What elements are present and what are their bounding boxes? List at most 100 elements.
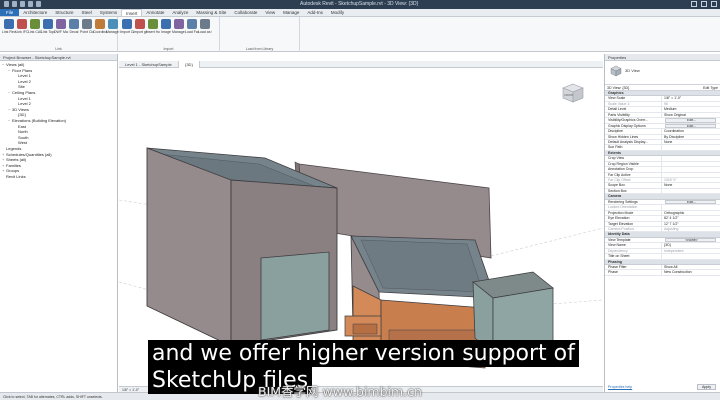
property-name: Detail Level: [608, 107, 627, 112]
property-value[interactable]: New Construction: [661, 270, 720, 275]
properties-list: Graphics View Scale 1/8" = 1'-0" Scale Valu…: [605, 91, 720, 276]
manage-images-icon: [174, 19, 184, 29]
property-value[interactable]: 1/8" = 1'-0": [661, 96, 720, 101]
property-value[interactable]: 12' 7 1/2": [661, 221, 720, 226]
save-icon[interactable]: [20, 1, 25, 7]
tree-item-label: Floor Plans: [12, 67, 33, 73]
property-value[interactable]: By Discipline: [661, 134, 720, 139]
ribbon-button-link-topography[interactable]: Link Topography: [41, 19, 55, 34]
ribbon-button-label: Link IFC: [15, 30, 29, 34]
property-value[interactable]: Show All: [661, 265, 720, 270]
ribbon-button-link-revit[interactable]: Link Revit: [2, 19, 16, 34]
property-value[interactable]: None: [661, 139, 720, 145]
property-value[interactable]: [661, 156, 720, 161]
ribbon-tab-systems[interactable]: Systems: [96, 9, 121, 16]
ribbon-tab-collaborate[interactable]: Collaborate: [230, 9, 261, 16]
ribbon-button-import-cad[interactable]: Import CAD: [120, 19, 134, 34]
property-value[interactable]: Coordination: [661, 129, 720, 134]
ribbon-button-load-as-group[interactable]: Load as Group: [198, 19, 212, 34]
property-value[interactable]: [661, 188, 720, 194]
ribbon-tab-massing-site[interactable]: Massing & Site: [192, 9, 230, 16]
tree-item-label: Level 2: [18, 78, 31, 84]
ribbon-tab-add-ins[interactable]: Add-Ins: [303, 9, 327, 16]
properties-title: Properties: [605, 54, 720, 61]
viewcube[interactable]: FRONT: [561, 82, 585, 106]
ribbon-tab-structure[interactable]: Structure: [51, 9, 77, 16]
maximize-icon[interactable]: [701, 1, 707, 7]
property-value[interactable]: 1000' 0": [661, 178, 720, 183]
property-value[interactable]: [661, 167, 720, 172]
tree-item[interactable]: Revit Links: [0, 174, 117, 180]
ribbon-tab-view[interactable]: View: [261, 9, 279, 16]
property-name: Dependency: [608, 248, 628, 253]
import-gbxml-icon: [135, 19, 145, 29]
tree-item-label: Level 1: [18, 73, 31, 79]
view-tab-1[interactable]: {3D}: [179, 61, 200, 68]
properties-help-link[interactable]: Properties help: [608, 385, 632, 389]
property-value[interactable]: Adjusting: [661, 226, 720, 232]
ribbon-button-insert-from-file[interactable]: Insert from File: [146, 19, 160, 34]
property-value[interactable]: [661, 172, 720, 177]
property-edit-button[interactable]: Edit...: [665, 118, 716, 123]
property-value[interactable]: Show Original: [661, 112, 720, 118]
property-name: Scope Box: [608, 183, 625, 188]
property-value[interactable]: Orthographic: [661, 210, 720, 215]
redo-icon[interactable]: [36, 1, 41, 7]
property-name: Target Elevation: [608, 221, 634, 226]
ribbon-tab-file[interactable]: File: [0, 9, 20, 16]
property-value[interactable]: [661, 205, 720, 210]
instance-selector[interactable]: 3D View: {3D} Edit Type: [605, 85, 720, 91]
ribbon-button-load-family[interactable]: Load Family: [185, 19, 199, 34]
instance-label: 3D View: {3D}: [607, 86, 630, 90]
close-icon[interactable]: [711, 1, 717, 7]
load-as-group-icon: [200, 19, 210, 29]
property-value[interactable]: 82' 4 1/2": [661, 216, 720, 221]
ribbon-tab-annotate[interactable]: Annotate: [142, 9, 168, 16]
ribbon-button-label: Load as Group: [198, 30, 212, 34]
ribbon-button-label: Manage Images: [172, 30, 186, 34]
ribbon-button-label: Import CAD: [120, 30, 134, 34]
property-value[interactable]: None: [661, 183, 720, 188]
ribbon-tab-modify[interactable]: Modify: [327, 9, 348, 16]
coordination-model-icon: [95, 19, 105, 29]
ribbon-tab-steel[interactable]: Steel: [78, 9, 96, 16]
tree-item-label: Legends: [6, 145, 22, 151]
property-value[interactable]: [661, 145, 720, 150]
property-edit-button[interactable]: Edit...: [665, 123, 716, 128]
property-row: Phase New Construction: [605, 270, 720, 276]
property-value[interactable]: Independent: [661, 248, 720, 254]
property-value[interactable]: [661, 254, 720, 259]
type-selector[interactable]: 3D View: [605, 61, 720, 85]
ribbon-button-dwf-markup[interactable]: DWF Markup: [54, 19, 68, 34]
open-icon[interactable]: [12, 1, 17, 7]
ribbon-tab-architecture[interactable]: Architecture: [19, 9, 51, 16]
ribbon-button-import-gbxml[interactable]: Import gbXML: [133, 19, 147, 34]
ribbon-button-point-cloud[interactable]: Point Cloud: [80, 19, 94, 34]
property-value[interactable]: Medium: [661, 107, 720, 112]
ribbon-tab-analyze[interactable]: Analyze: [168, 9, 192, 16]
drawing-canvas[interactable]: FRONT: [119, 68, 603, 386]
undo-icon[interactable]: [28, 1, 33, 7]
apply-button[interactable]: Apply: [697, 384, 716, 390]
ribbon-button-coordination-model[interactable]: Coordination Model: [93, 19, 107, 34]
ribbon-button-decal[interactable]: Decal: [67, 19, 81, 34]
minimize-icon[interactable]: [691, 1, 697, 7]
property-edit-button[interactable]: Edit...: [665, 199, 716, 205]
property-name: Discipline: [608, 129, 623, 134]
property-edit-button[interactable]: <None>: [665, 237, 716, 243]
ribbon-tab-insert[interactable]: Insert: [121, 9, 143, 16]
ribbon-button-manage-images[interactable]: Manage Images: [172, 19, 186, 34]
edit-type-button[interactable]: Edit Type: [703, 85, 718, 91]
model-3d-view[interactable]: [119, 68, 603, 386]
ribbon-button-link-ifc[interactable]: Link IFC: [15, 19, 29, 34]
property-value[interactable]: [661, 161, 720, 167]
property-value[interactable]: 96: [661, 101, 720, 107]
view-tab-0[interactable]: Level 1 - SketchupSample: [119, 61, 179, 68]
property-name: Phase Filter: [608, 265, 627, 269]
ribbon-button-link-cad[interactable]: Link CAD: [28, 19, 42, 34]
ribbon-tab-manage[interactable]: Manage: [279, 9, 303, 16]
ribbon-button-image[interactable]: Image: [159, 19, 173, 34]
app-menu-icon[interactable]: [4, 1, 9, 7]
property-value[interactable]: {3D}: [661, 243, 720, 248]
manage-links-icon: [108, 19, 118, 29]
